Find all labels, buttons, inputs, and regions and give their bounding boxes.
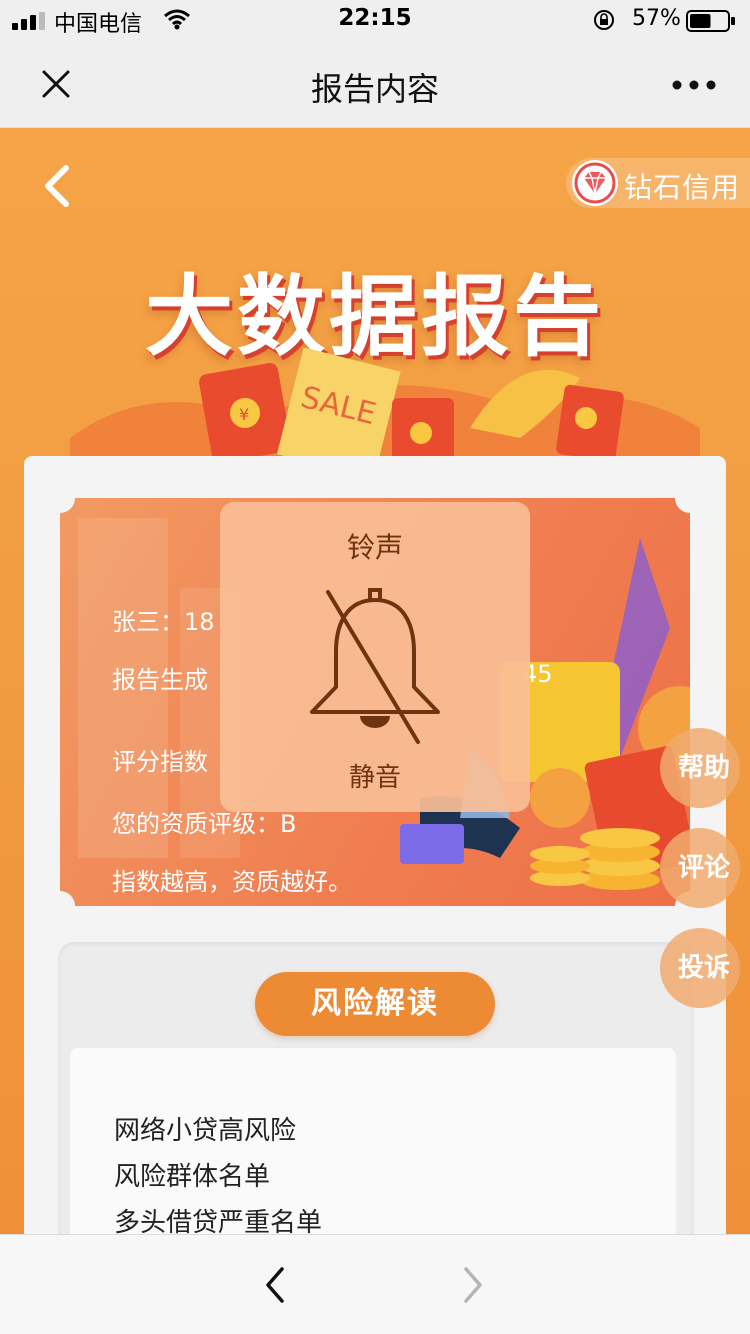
grade-note: 指数越高，资质越好。 [112,868,352,896]
comment-label: 评论 [677,853,730,883]
brand-name: 钻石信用 [624,171,741,204]
forward-icon[interactable] [458,1263,488,1307]
hud-title: 铃声 [346,531,403,564]
brand-badge: 钻石信用 [566,158,750,208]
report-time-line: 报告生成 [112,666,208,694]
complain-label: 投诉 [677,953,730,983]
nav-bar: 报告内容 [0,40,750,128]
diamond-logo [572,160,618,206]
complain-button[interactable]: 投诉 [660,928,740,1008]
help-button[interactable]: 帮助 [660,728,740,808]
risk-item: 网络小贷高风险 [114,1116,297,1146]
browser-toolbar [0,1234,750,1334]
user-name-line: 张三：18 [112,608,215,636]
yuan-icon: ¥ [239,405,249,424]
battery-percent: 57% [632,6,681,31]
risk-list: 网络小贷高风险 风险群体名单 多头借贷严重名单 [70,1048,676,1234]
back-icon[interactable] [260,1263,290,1307]
comment-button[interactable]: 评论 [660,828,740,908]
back-arrow-icon[interactable] [36,162,76,210]
battery-icon [686,10,735,32]
risk-item: 多头借贷严重名单 [114,1208,323,1234]
rotation-lock-icon [594,10,614,30]
banner-illustration: ¥ SALE [70,347,700,468]
page-title: 报告内容 [310,70,439,108]
help-label: 帮助 [677,753,730,783]
ringer-hud: 铃声 静音 [220,502,530,812]
risk-section: 风险解读 网络小贷高风险 风险群体名单 多头借贷严重名单 [58,942,694,1234]
score-line: 评分指数 [112,748,208,776]
more-icon[interactable] [672,80,716,90]
bell-muted-icon [310,588,440,744]
risk-item: 风险群体名单 [114,1162,271,1192]
status-bar: 中国电信 22:15 57% [0,0,750,40]
risk-interpretation-button[interactable]: 风险解读 [255,972,495,1036]
hud-subtitle: 静音 [348,763,401,793]
